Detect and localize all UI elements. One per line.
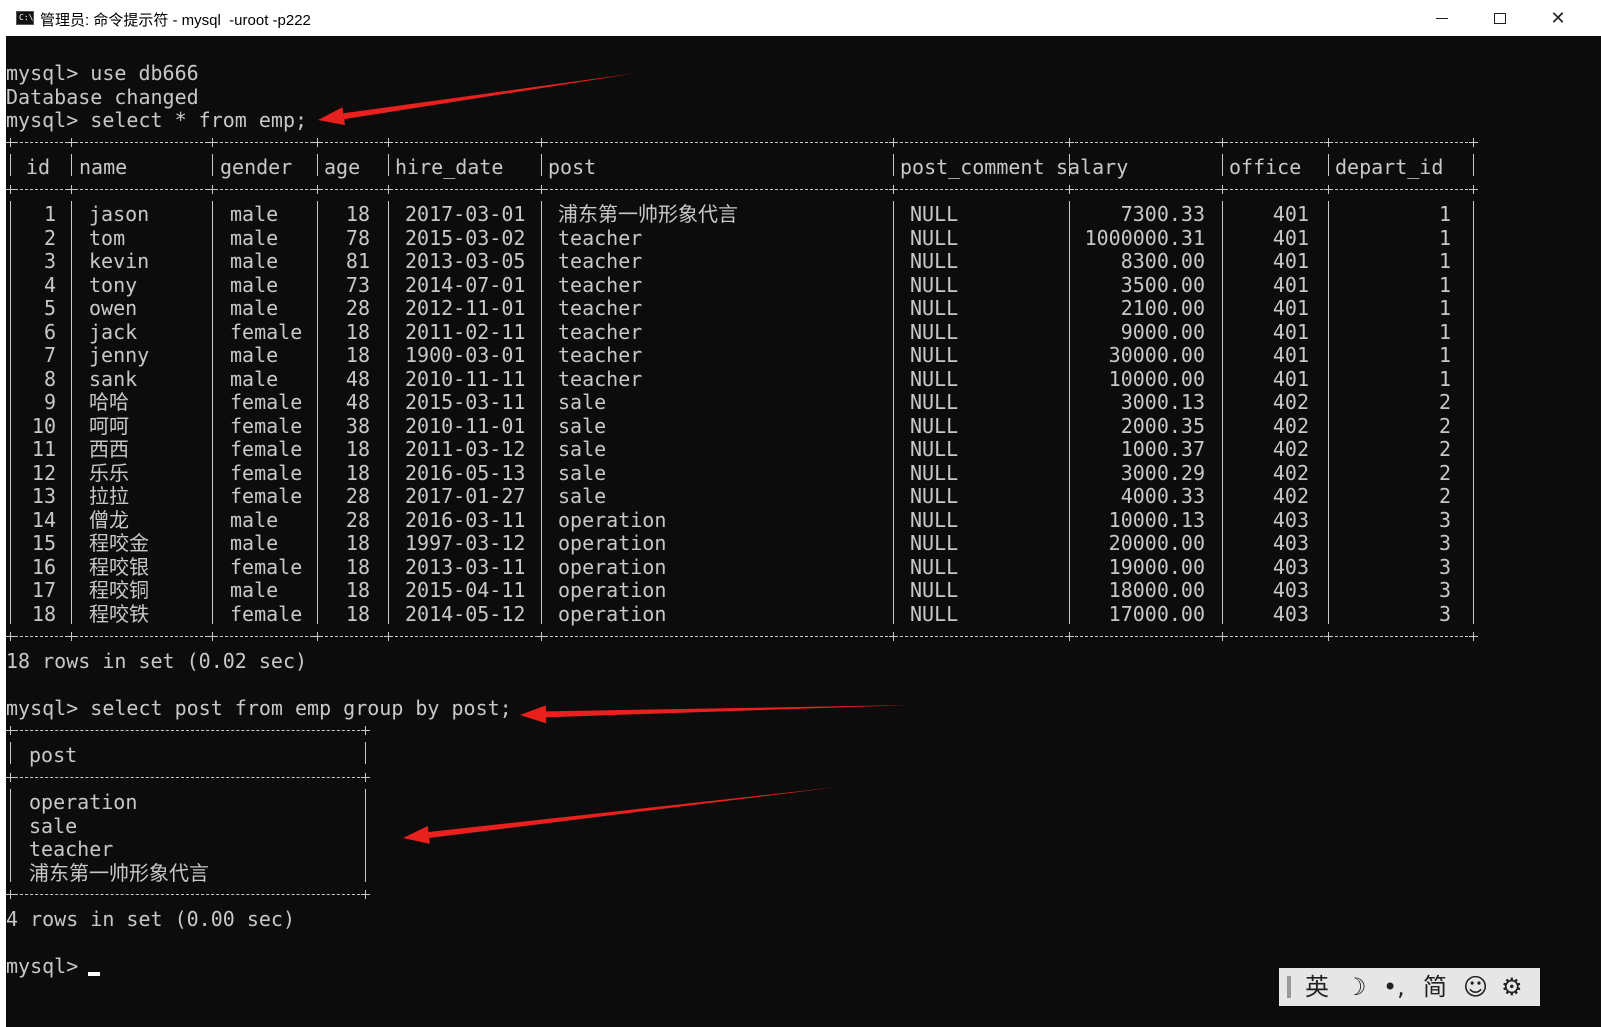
cmd-window: C:\ 管理员: 命令提示符 - mysql -uroot -p222 ✕ my… <box>0 0 1601 1027</box>
annotation-arrow-3 <box>403 787 838 844</box>
annotation-arrow-2 <box>520 705 911 724</box>
ime-grip-handle[interactable] <box>1287 976 1291 998</box>
gear-icon[interactable]: ⚙ <box>1501 973 1523 1001</box>
emoji-icon[interactable]: ☺ <box>1463 973 1488 1001</box>
moon-icon[interactable]: ☽ <box>1345 973 1367 1001</box>
annotation-arrow-1 <box>318 73 637 126</box>
annotation-arrows <box>318 73 911 844</box>
ime-language-toggle[interactable]: 英 <box>1305 973 1329 1001</box>
punctuation-icon[interactable]: •, <box>1383 973 1405 1001</box>
ime-mode-toggle[interactable]: 简 <box>1423 973 1447 1001</box>
ime-toolbar[interactable]: 英 ☽ •, 简 ☺ ⚙ <box>1279 968 1540 1006</box>
